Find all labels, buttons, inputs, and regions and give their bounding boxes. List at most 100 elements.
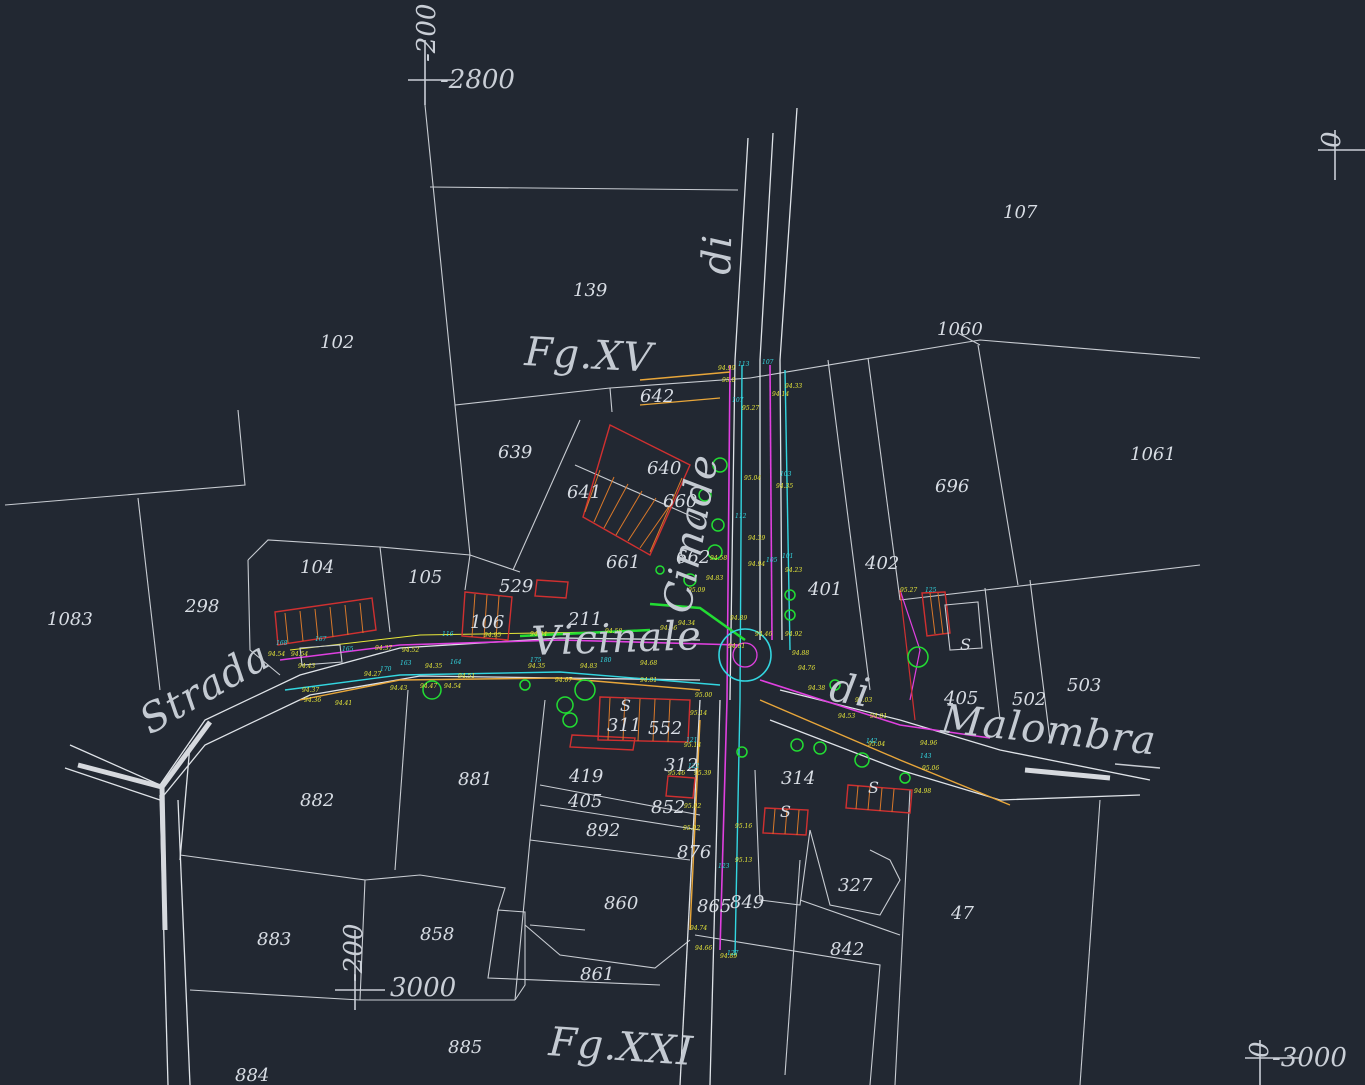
parcel-label: 860 — [604, 893, 638, 914]
parcel-label: 102 — [320, 332, 354, 353]
parcel-label: 529 — [499, 576, 533, 597]
svg-text:95.16: 95.16 — [735, 823, 752, 830]
svg-text:94.37: 94.37 — [302, 687, 319, 694]
svg-text:170: 170 — [380, 666, 392, 673]
building-mark: S — [780, 802, 791, 821]
grid-crosses — [335, 40, 1365, 1085]
svg-text:94.92: 94.92 — [785, 631, 802, 638]
parcel-label: 402 — [864, 553, 899, 574]
svg-text:94.67: 94.67 — [555, 677, 572, 684]
parcel-label: 661 — [606, 552, 640, 573]
svg-text:127: 127 — [727, 950, 739, 957]
grid-label-200-bottom: -200 — [339, 924, 369, 982]
svg-text:94.81: 94.81 — [870, 713, 887, 720]
svg-text:143: 143 — [920, 753, 932, 760]
svg-text:103: 103 — [780, 471, 792, 478]
parcel-label: 327 — [838, 875, 873, 896]
svg-text:94.94: 94.94 — [748, 561, 765, 568]
svg-text:116: 116 — [442, 631, 454, 638]
svg-text:163: 163 — [400, 660, 412, 667]
svg-text:94.89: 94.89 — [730, 615, 747, 622]
svg-text:94.27: 94.27 — [364, 671, 381, 678]
road-edges — [64, 107, 1161, 1085]
svg-text:94.33: 94.33 — [785, 383, 802, 390]
parcel-label: 892 — [586, 820, 620, 841]
svg-text:94.23: 94.23 — [785, 567, 802, 574]
parcel-label: 107 — [1003, 202, 1038, 223]
svg-text:94.81: 94.81 — [640, 677, 657, 684]
svg-text:94.35: 94.35 — [776, 483, 793, 490]
svg-text:94.58: 94.58 — [710, 555, 727, 562]
parcel-label: 311 — [607, 715, 641, 736]
svg-text:168: 168 — [276, 640, 288, 647]
street-label-di-vertical: di — [694, 233, 741, 275]
svg-text:94.43: 94.43 — [390, 685, 407, 692]
svg-text:94.83: 94.83 — [580, 663, 597, 670]
grid-label-0-right-top: 0 — [1317, 131, 1347, 148]
street-label-vicinale: Vicinale — [531, 613, 703, 665]
parcel-label: 47 — [950, 903, 974, 924]
svg-text:101: 101 — [782, 553, 793, 560]
grid-label-0-right-bottom: 0 — [1245, 1041, 1275, 1058]
parcel-label: 405 — [567, 791, 602, 812]
svg-text:95.27: 95.27 — [742, 405, 759, 412]
svg-text:123: 123 — [718, 863, 730, 870]
parcel-label: 139 — [573, 280, 607, 301]
parcel-label: 876 — [677, 842, 711, 863]
svg-text:94.54: 94.54 — [268, 651, 285, 658]
svg-text:94.95: 94.95 — [484, 632, 501, 639]
parcel-label: 1083 — [47, 609, 93, 630]
svg-text:167: 167 — [315, 636, 327, 643]
svg-text:94.83: 94.83 — [706, 575, 723, 582]
svg-text:94.76: 94.76 — [798, 665, 815, 672]
svg-text:94.39: 94.39 — [748, 535, 765, 542]
svg-text:94.96: 94.96 — [920, 740, 937, 747]
parcel-label: 883 — [257, 929, 291, 950]
svg-text:94.35: 94.35 — [425, 663, 442, 670]
svg-text:107: 107 — [762, 359, 774, 366]
parcel-label: 849 — [730, 892, 764, 913]
svg-text:121: 121 — [686, 737, 697, 744]
svg-text:112: 112 — [735, 513, 747, 520]
svg-text:113: 113 — [738, 361, 750, 368]
parcel-label: 881 — [458, 769, 492, 790]
parcel-label: 1061 — [1130, 444, 1176, 465]
svg-text:94.47: 94.47 — [420, 683, 437, 690]
svg-text:95.27: 95.27 — [900, 587, 917, 594]
cad-drawing[interactable]: 94.99 95.0 94.33 94.14 95.27 95.04 94.35 94.3… — [0, 0, 1365, 1085]
street-label-malombra: Malombra — [938, 696, 1159, 764]
parcel-label: 642 — [640, 386, 674, 407]
parcel-label: 882 — [300, 790, 334, 811]
svg-text:94.54: 94.54 — [444, 683, 461, 690]
parcel-label: 552 — [648, 718, 682, 739]
parcel-label: 885 — [448, 1037, 482, 1058]
svg-text:94.43: 94.43 — [298, 663, 315, 670]
parcel-label: 641 — [567, 482, 601, 503]
parcel-label: 419 — [568, 766, 603, 787]
svg-text:94.88: 94.88 — [792, 650, 809, 657]
parcel-label: 104 — [300, 557, 334, 578]
parcel-label: 865 — [697, 896, 731, 917]
sheet-label-fg-xxi: Fg.XXI — [546, 1019, 695, 1075]
svg-text:95.13: 95.13 — [735, 857, 752, 864]
svg-text:94.41: 94.41 — [335, 700, 352, 707]
svg-text:164: 164 — [450, 659, 462, 666]
parcel-label: 105 — [408, 567, 442, 588]
parcel-label: 696 — [935, 476, 969, 497]
svg-text:94.51: 94.51 — [458, 673, 475, 680]
parcel-label: 1060 — [937, 319, 983, 340]
building-mark: S — [868, 778, 879, 797]
grid-label-200-top: -200 — [412, 4, 442, 62]
parcel-label: 639 — [498, 442, 532, 463]
svg-text:94.52: 94.52 — [402, 647, 419, 654]
grid-label-2800: -2800 — [440, 65, 515, 95]
parcel-label: 401 — [807, 579, 842, 600]
svg-text:95.02: 95.02 — [684, 803, 701, 810]
parcel-label: 298 — [184, 596, 219, 617]
svg-text:94.37: 94.37 — [375, 645, 392, 652]
parcel-label: 106 — [470, 612, 504, 633]
parcel-label: 503 — [1067, 675, 1101, 696]
svg-text:95.06: 95.06 — [922, 765, 939, 772]
svg-text:94.54: 94.54 — [291, 651, 308, 658]
svg-text:94.61: 94.61 — [728, 643, 745, 650]
